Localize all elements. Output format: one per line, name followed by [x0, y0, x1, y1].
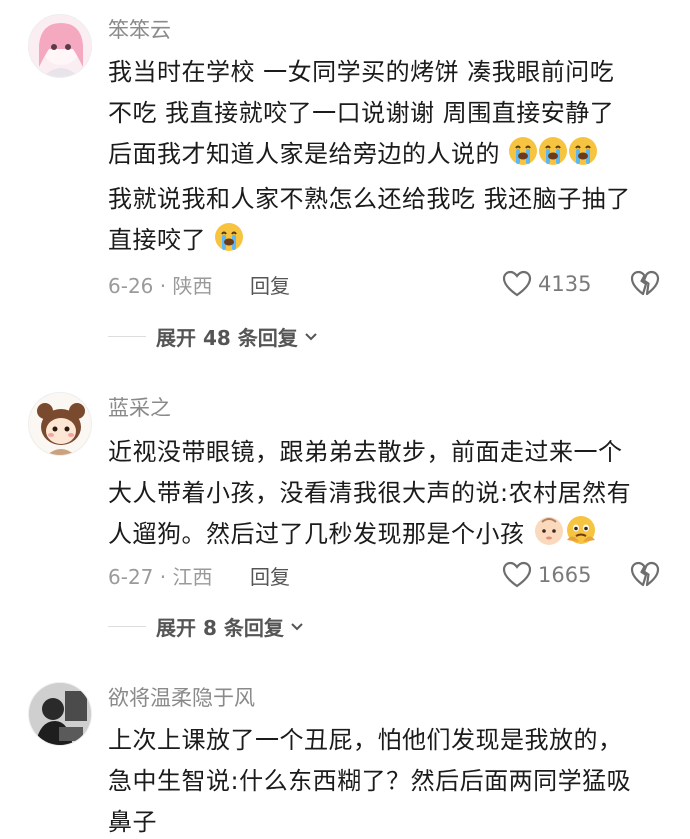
comment-line-text: 直接咬了 [108, 226, 206, 254]
expand-replies-label: 展开 8 条回复 [156, 616, 284, 640]
comment-line: 直接咬了 [108, 220, 668, 265]
username[interactable]: 欲将温柔隐于风 [108, 684, 255, 712]
broken-heart-icon [630, 561, 660, 587]
expand-replies-button[interactable]: 展开 8 条回复 [108, 612, 306, 641]
face-holding-back-tears-emoji [565, 514, 597, 559]
heart-outline-icon [502, 270, 532, 297]
comment-line: 人遛狗。然后过了几秒发现那是个小孩 [108, 514, 668, 559]
reply-button[interactable]: 回复 [250, 272, 290, 300]
comment-line: 不吃 我直接就咬了一口说谢谢 周围直接安静了 [108, 99, 615, 127]
username[interactable]: 蓝采之 [108, 394, 171, 422]
comment-date-location: 6-27 · 江西 [108, 565, 213, 589]
dislike-button[interactable] [630, 270, 660, 302]
comment-text: 我当时在学校 一女同学买的烤饼 凑我眼前问吃 不吃 我直接就咬了一口说谢谢 周围… [108, 52, 668, 265]
comment-text: 上次上课放了一个丑屁，怕他们发现是我放的， 急中生智说:什么东西糊了？然后后面两… [108, 720, 668, 839]
comment-line: 近视没带眼镜，跟弟弟去散步，前面走过来一个 [108, 438, 623, 466]
comment-line: 上次上课放了一个丑屁，怕他们发现是我放的， [108, 726, 623, 754]
loudly-crying-face-emoji [538, 136, 568, 179]
avatar[interactable] [28, 682, 92, 746]
loudly-crying-face-emoji [508, 136, 538, 179]
chevron-down-icon [305, 332, 317, 340]
comment-text: 近视没带眼镜，跟弟弟去散步，前面走过来一个 大人带着小孩，没看清我很大声的说:农… [108, 432, 668, 559]
comment-line: 我当时在学校 一女同学买的烤饼 凑我眼前问吃 [108, 58, 615, 86]
avatar[interactable] [28, 392, 92, 456]
avatar[interactable] [28, 14, 92, 78]
heart-outline-icon [502, 561, 532, 588]
chevron-down-icon [291, 622, 303, 630]
broken-heart-icon [630, 270, 660, 296]
baby-face-emoji [533, 514, 565, 559]
comment-date-location: 6-26 · 陕西 [108, 274, 213, 298]
expand-replies-label: 展开 48 条回复 [156, 326, 298, 350]
comment-line: 大人带着小孩，没看清我很大声的说:农村居然有 [108, 479, 632, 507]
expand-replies-button[interactable]: 展开 48 条回复 [108, 322, 320, 351]
loudly-crying-face-emoji [214, 222, 244, 265]
like-count: 1665 [538, 563, 592, 587]
like-button[interactable]: 4135 [502, 270, 591, 298]
like-button[interactable]: 1665 [502, 561, 591, 589]
comment-line-text: 人遛狗。然后过了几秒发现那是个小孩 [108, 520, 525, 548]
like-count: 4135 [538, 272, 592, 296]
comment-line: 后面我才知道人家是给旁边的人说的 [108, 134, 668, 179]
comment-line: 我就说我和人家不熟怎么还给我吃 我还脑子抽了 [108, 185, 631, 213]
username[interactable]: 笨笨云 [108, 16, 171, 44]
divider [108, 626, 146, 627]
comment-line: 急中生智说:什么东西糊了？然后后面两同学猛吸 [108, 767, 632, 795]
reply-button[interactable]: 回复 [250, 563, 290, 591]
comment-line-text: 后面我才知道人家是给旁边的人说的 [108, 140, 500, 168]
dislike-button[interactable] [630, 561, 660, 593]
loudly-crying-face-emoji [568, 136, 598, 179]
comment-line: 鼻子 [108, 808, 157, 836]
divider [108, 336, 146, 337]
